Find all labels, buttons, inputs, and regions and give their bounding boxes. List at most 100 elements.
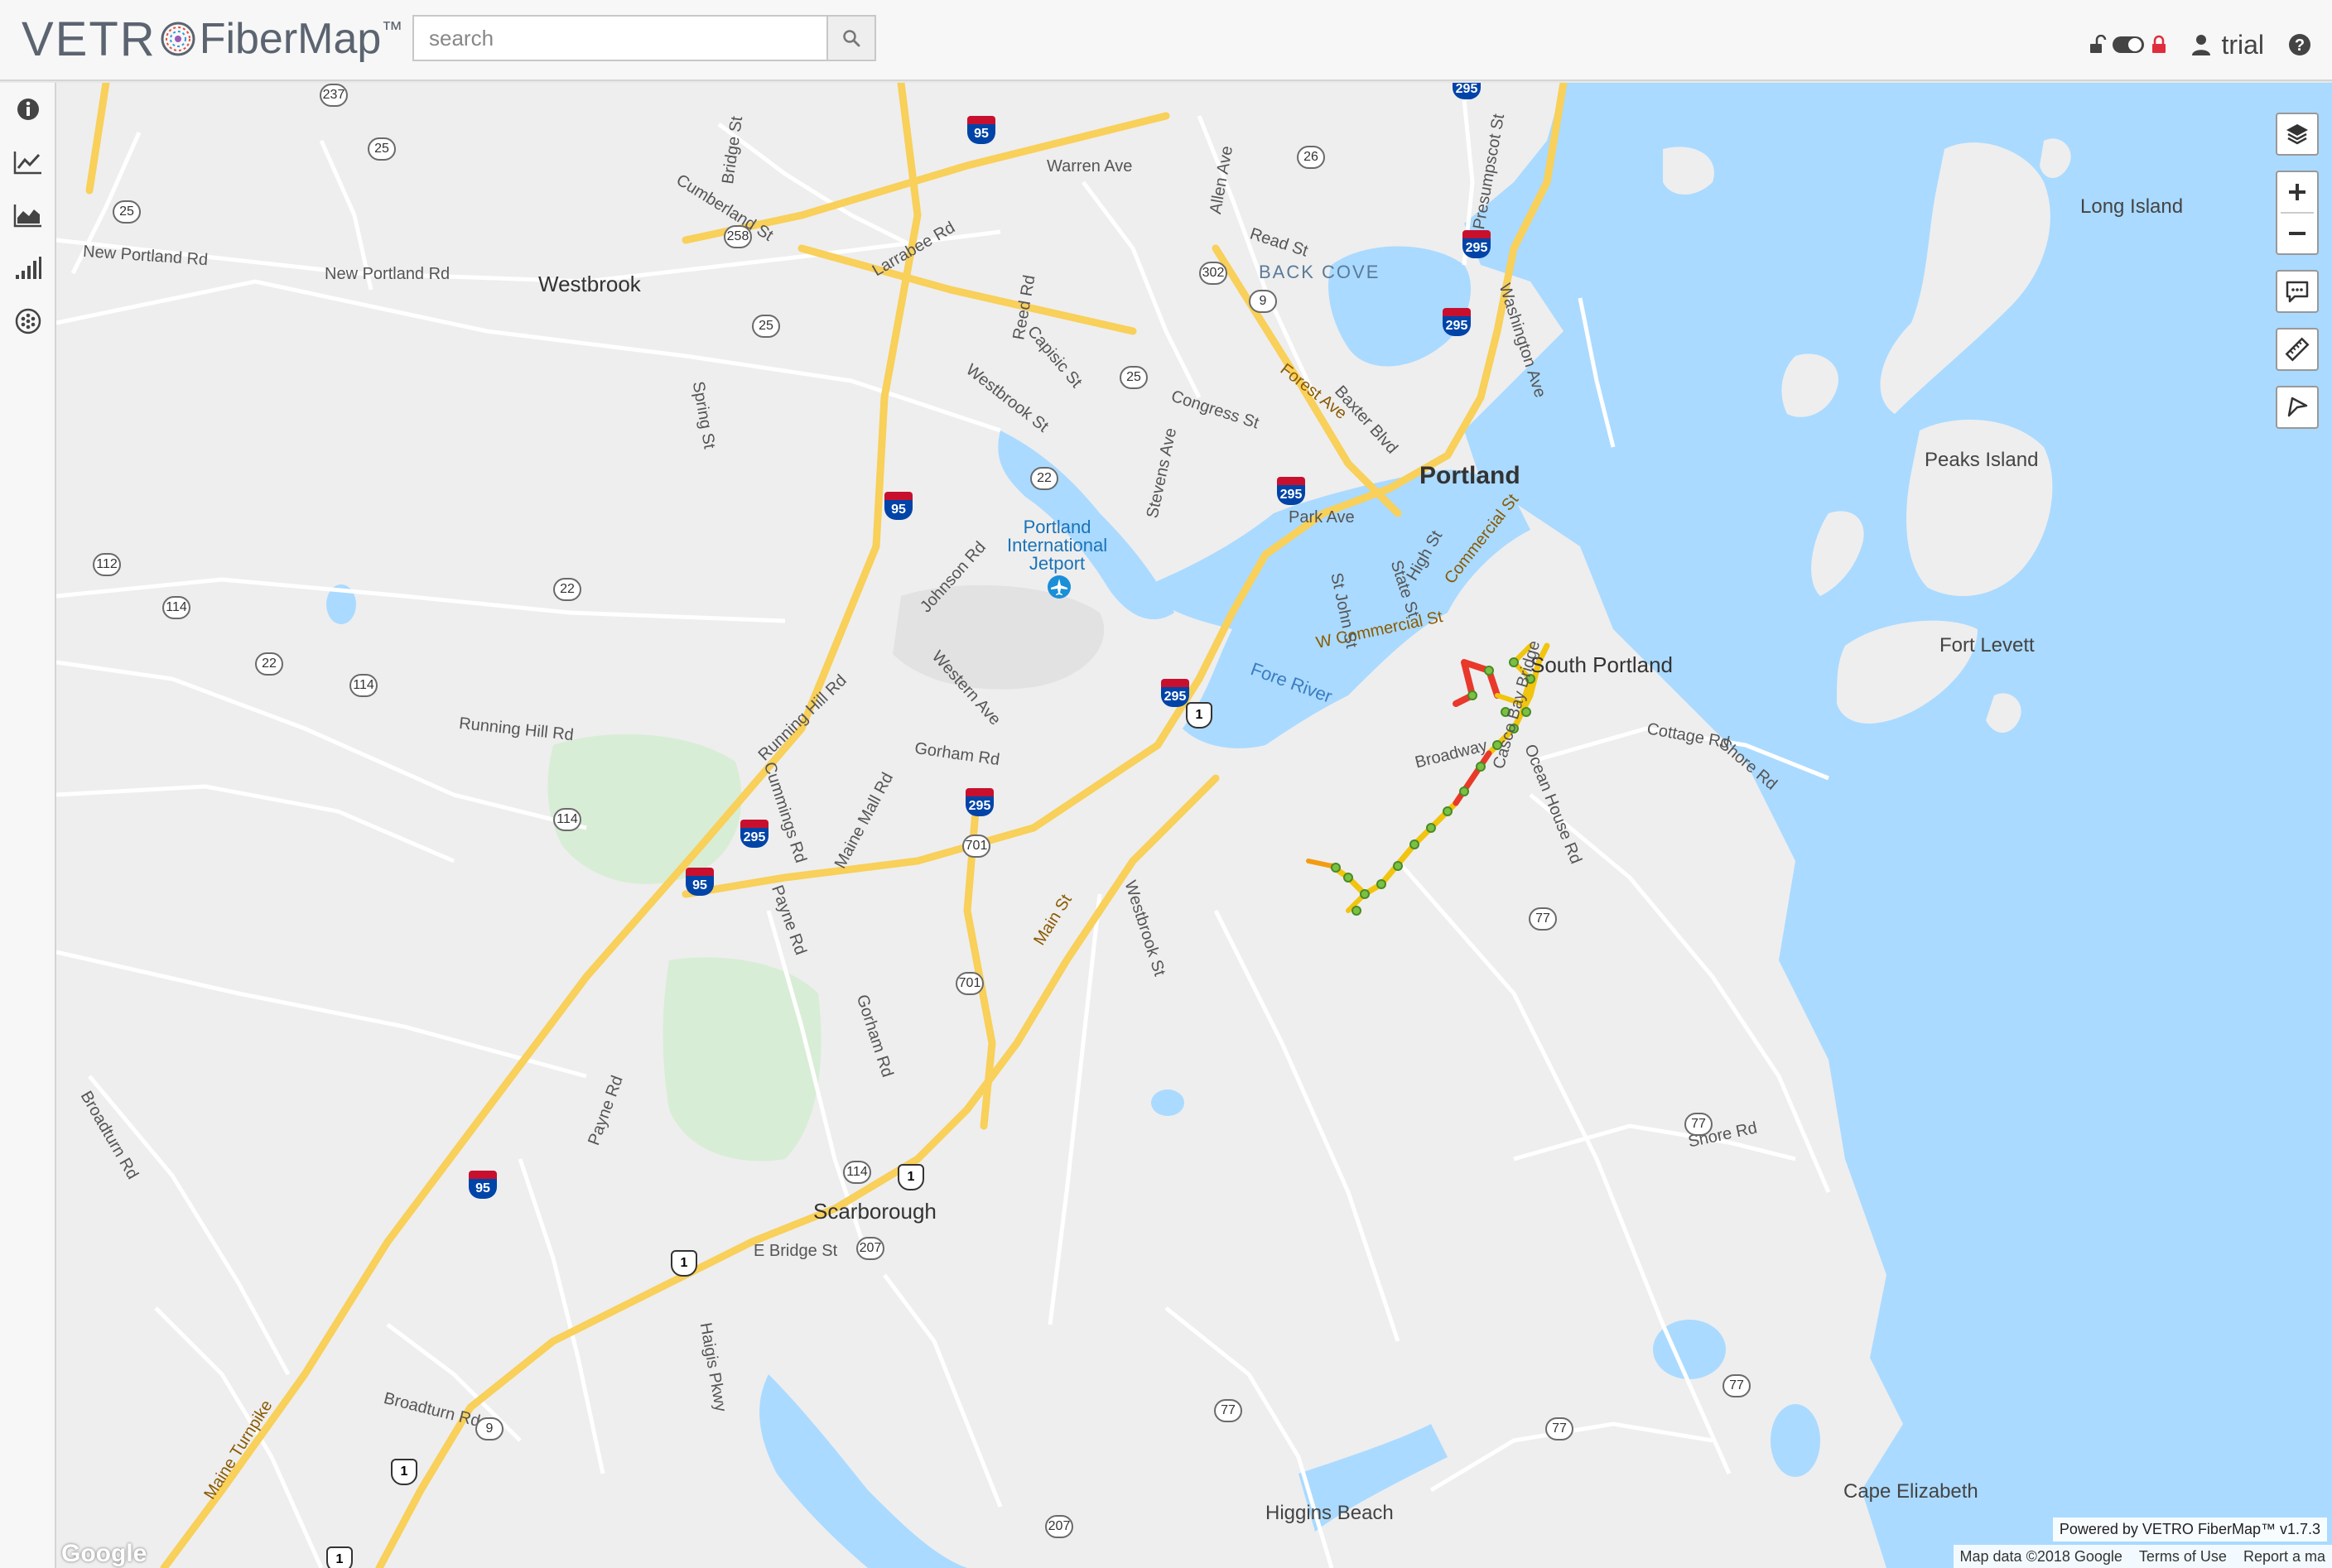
ruler-icon (2285, 337, 2310, 362)
state-route-shield: 258 (724, 225, 752, 248)
search-button[interactable] (826, 15, 876, 61)
state-route-shield: 25 (752, 315, 780, 338)
place-label-peaks-island: Peaks Island (1925, 449, 2039, 471)
road-label-new-portland-rd-2: New Portland Rd (325, 265, 450, 283)
state-route-shield: 207 (1045, 1515, 1073, 1538)
logo-trademark: ™ (381, 16, 403, 41)
attribution-bar: Map data ©2018 Google Terms of Use Repor… (1953, 1545, 2332, 1568)
airport-icon[interactable] (1047, 575, 1072, 599)
state-route-shield: 77 (1545, 1417, 1573, 1441)
vetro-fibermap-logo[interactable]: VETR FiberMap ™ (22, 12, 402, 66)
lock-icon (2152, 35, 2166, 53)
state-route-shield: 22 (255, 652, 283, 676)
i295-shield: 295 (966, 788, 994, 816)
fiber-bundle-icon (15, 308, 41, 334)
us1-shield: 1 (391, 1459, 417, 1485)
road-label-warren-ave: Warren Ave (1047, 157, 1133, 176)
report-map-error-link[interactable]: Report a ma (2243, 1548, 2325, 1566)
state-route-shield: 207 (856, 1237, 884, 1260)
select-control[interactable] (2276, 386, 2319, 429)
place-label-scarborough: Scarborough (813, 1199, 937, 1224)
sidebar-item-line-chart[interactable] (12, 146, 45, 179)
park-area-2 (662, 957, 822, 1162)
state-route-shield: 26 (1297, 146, 1325, 169)
unlock-icon (2090, 35, 2107, 53)
i95-shield: 95 (469, 1171, 497, 1199)
state-route-shield: 22 (553, 578, 581, 601)
road-label-park-ave: Park Ave (1289, 508, 1355, 527)
help-icon[interactable]: ? (2287, 32, 2312, 57)
comment-control[interactable] (2276, 270, 2319, 313)
zoom-out-button[interactable] (2277, 214, 2317, 253)
pond-4 (1771, 1404, 1820, 1477)
comment-button[interactable] (2277, 272, 2317, 311)
place-label-back-cove: BACK COVE (1259, 262, 1380, 282)
us1-shield: 1 (671, 1250, 697, 1277)
i95-shield: 95 (686, 868, 714, 896)
state-route-shield: 9 (1249, 290, 1277, 313)
map-canvas[interactable]: Westbrook Portland BACK COVE South Portl… (56, 83, 2332, 1568)
us1-shield: 1 (1186, 702, 1212, 729)
place-label-south-portland: South Portland (1530, 652, 1674, 677)
search-icon (843, 30, 860, 47)
place-label-portland: Portland (1419, 462, 1520, 489)
svg-text:?: ? (2295, 36, 2305, 55)
search-input[interactable] (412, 15, 826, 61)
state-route-shield: 114 (553, 808, 581, 831)
measure-button[interactable] (2277, 329, 2317, 369)
road-label-e-bridge-st: E Bridge St (754, 1242, 838, 1260)
state-route-shield: 25 (1120, 366, 1148, 389)
sidebar-item-area-chart[interactable] (12, 199, 45, 232)
i295-shield: 295 (1453, 83, 1481, 99)
measure-control[interactable] (2276, 328, 2319, 371)
left-sidebar (0, 83, 56, 1568)
map-data-label: Map data ©2018 Google (1959, 1547, 2122, 1565)
select-area-button[interactable] (2277, 387, 2317, 427)
place-label-westbrook: Westbrook (538, 272, 641, 296)
us1-shield: 1 (898, 1164, 924, 1190)
i295-shield: 295 (1462, 230, 1491, 258)
plus-icon (2289, 184, 2306, 200)
state-route-shield: 112 (93, 553, 121, 576)
header-tools: trial ? (2089, 23, 2312, 66)
state-route-shield: 302 (1199, 262, 1227, 285)
state-route-shield: 77 (1529, 907, 1557, 931)
state-route-shield: 25 (368, 137, 396, 161)
state-route-shield: 237 (320, 84, 348, 107)
sidebar-item-fiber[interactable] (12, 305, 45, 338)
map-base-layer (56, 83, 2332, 1568)
layers-icon (2286, 124, 2308, 145)
google-logo: Google (61, 1540, 147, 1567)
state-route-shield: 22 (1030, 467, 1058, 490)
poi-label-jetport[interactable]: Portland International Jetport (1007, 518, 1107, 573)
place-label-long-island: Long Island (2080, 195, 2184, 218)
us1-shield: 1 (326, 1546, 353, 1568)
state-route-shield: 701 (962, 835, 990, 858)
state-route-shield: 114 (843, 1161, 871, 1184)
i295-shield: 295 (740, 820, 768, 848)
layers-button[interactable] (2277, 114, 2317, 154)
sidebar-item-signal[interactable] (12, 252, 45, 285)
powered-by-label: Powered by VETRO FiberMap™ v1.7.3 (2052, 1517, 2327, 1542)
area-chart-icon (13, 204, 41, 228)
state-route-shield: 114 (349, 674, 378, 697)
state-route-shield: 9 (475, 1417, 504, 1441)
state-route-shield: 701 (956, 972, 984, 995)
minus-icon (2289, 232, 2306, 235)
layers-control[interactable] (2276, 113, 2319, 156)
bar-signal-icon (16, 257, 41, 279)
state-route-shield: 25 (113, 200, 141, 224)
logo-brand: VETR (22, 12, 157, 66)
top-navbar: VETR FiberMap ™ search trial ? (0, 0, 2332, 81)
zoom-in-button[interactable] (2277, 172, 2317, 212)
terms-of-use-link[interactable]: Terms of Use (2139, 1548, 2227, 1566)
sidebar-item-info[interactable] (12, 93, 45, 126)
info-icon (17, 99, 39, 120)
logo-product: FiberMap (199, 15, 382, 63)
place-label-higgins-beach: Higgins Beach (1265, 1502, 1394, 1524)
edit-lock-toggle[interactable] (2089, 35, 2168, 55)
zoom-control (2276, 171, 2319, 255)
i95-shield: 95 (884, 492, 913, 520)
user-menu[interactable]: trial (2191, 30, 2264, 60)
logo-fiber-ring-icon (161, 22, 195, 56)
